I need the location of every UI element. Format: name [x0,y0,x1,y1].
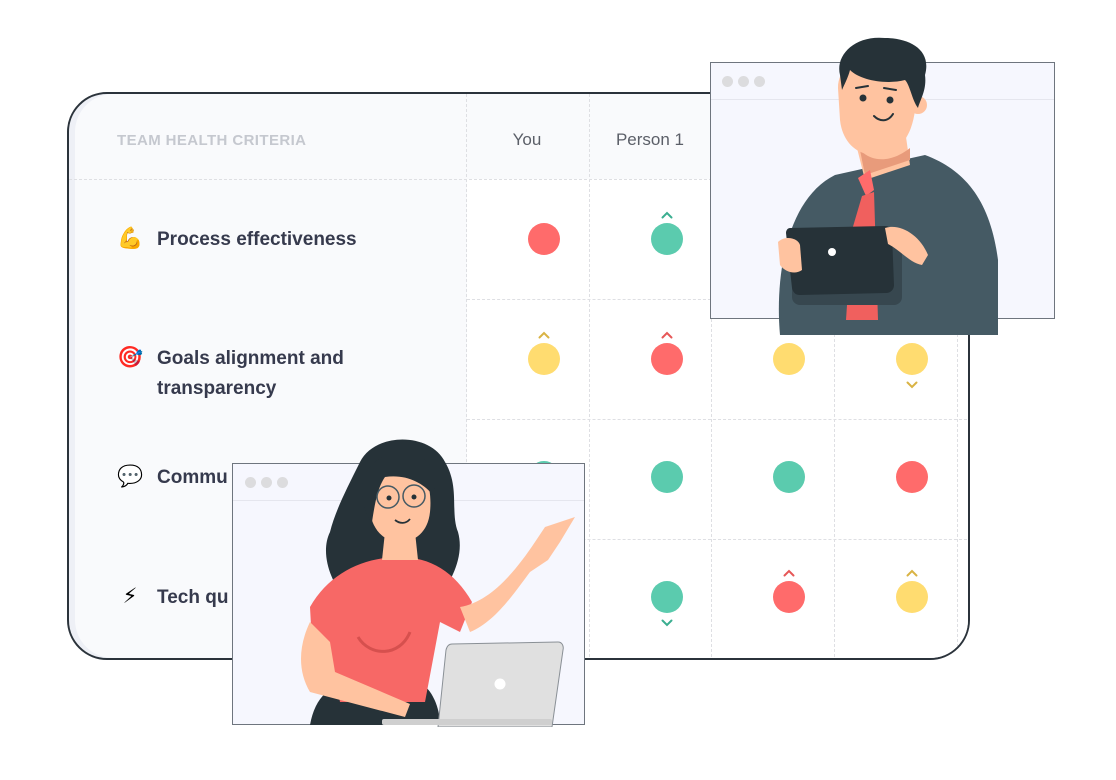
status-dot-yellow [528,343,560,375]
status-dot-yellow [896,581,928,613]
status-dot-yellow [896,343,928,375]
trend-up-chevron-icon [661,331,673,339]
trend-up-chevron-icon [661,211,673,219]
status-dot-red [773,581,805,613]
direct-hit-target-icon: 🎯 [117,345,144,369]
column-divider [589,94,590,658]
man-with-tablet-illustration [778,37,998,335]
status-dot-green [651,581,683,613]
trend-down-chevron-icon [906,381,918,389]
status-dot-yellow [773,343,805,375]
row-divider [467,419,968,420]
window-dot [277,477,288,488]
status-dot-red [528,223,560,255]
woman-with-laptop-illustration [301,439,575,727]
column-header-you: You [512,130,542,149]
trend-up-chevron-icon [906,569,918,577]
speech-balloon-icon: 💬 [117,464,144,488]
criteria-row-process-effectiveness: 💪 Process effectiveness [117,225,387,255]
trend-up-chevron-icon [538,331,550,339]
status-dot-red [651,343,683,375]
window-dot [722,76,733,87]
flexed-biceps-icon: 💪 [117,226,144,250]
trend-up-chevron-icon [783,569,795,577]
status-dot-green [651,461,683,493]
window-dot [245,477,256,488]
criteria-header: TEAM HEALTH CRITERIA [117,132,307,149]
status-dot-green [651,223,683,255]
criteria-row-goals-alignment: 🎯 Goals alignment and transparency [117,344,387,404]
window-dot [738,76,749,87]
trend-down-chevron-icon [661,619,673,627]
status-dot-red [896,461,928,493]
criteria-label: Process effectiveness [157,229,357,250]
window-dot [261,477,272,488]
criteria-label: Goals alignment and transparency [157,348,344,399]
column-header-person-1: Person 1 [615,130,685,149]
status-dot-green [773,461,805,493]
lightning-bolt-icon: ⚡ [122,584,138,608]
